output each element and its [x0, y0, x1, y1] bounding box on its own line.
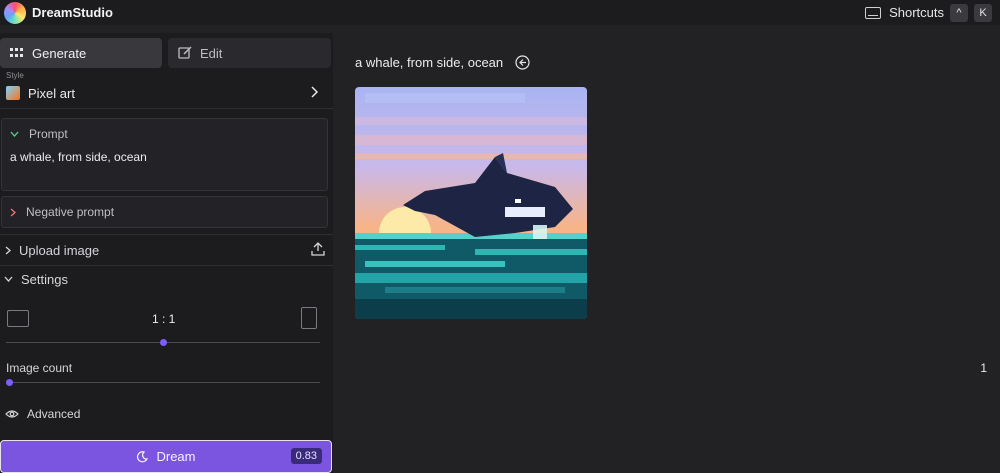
generated-image[interactable]: [355, 87, 587, 319]
negative-prompt-panel[interactable]: Negative prompt: [1, 196, 328, 228]
upload-icon[interactable]: [311, 242, 325, 256]
moon-icon: [137, 450, 149, 462]
edit-icon: [178, 46, 192, 59]
settings-row[interactable]: Settings: [0, 264, 333, 294]
shortcuts-label[interactable]: Shortcuts: [889, 5, 944, 20]
shortcuts-area[interactable]: Shortcuts ^ K: [865, 0, 992, 25]
settings-label: Settings: [21, 271, 68, 287]
dream-button[interactable]: Dream 0.83: [0, 440, 332, 473]
style-value: Pixel art: [28, 85, 75, 101]
prompt-header[interactable]: Prompt: [10, 127, 68, 141]
advanced-label: Advanced: [27, 407, 81, 421]
landscape-ratio-icon[interactable]: [7, 310, 29, 327]
tab-edit[interactable]: Edit: [168, 38, 331, 68]
key-k: K: [974, 3, 992, 22]
key-ctrl: ^: [950, 3, 968, 22]
top-bar: DreamStudio Shortcuts ^ K: [0, 0, 1000, 25]
aspect-ratio-slider-thumb[interactable]: [160, 339, 167, 346]
prompt-panel[interactable]: Prompt a whale, from side, ocean: [1, 118, 328, 191]
dream-label: Dream: [156, 449, 196, 464]
chevron-right-icon: [10, 208, 16, 216]
chevron-right-icon: [311, 86, 319, 98]
result-prompt-text: a whale, from side, ocean: [355, 55, 504, 70]
negative-prompt-label: Negative prompt: [26, 205, 115, 219]
tab-edit-label: Edit: [200, 45, 223, 61]
image-count-label: Image count: [6, 361, 73, 375]
eye-icon: [5, 410, 19, 418]
aspect-ratio-slider[interactable]: [6, 339, 320, 346]
keyboard-icon: [865, 6, 882, 19]
prompt-input[interactable]: a whale, from side, ocean: [10, 150, 147, 164]
chevron-down-icon: [4, 276, 13, 282]
prompt-header-label: Prompt: [29, 127, 68, 141]
style-thumbnail: [6, 86, 20, 100]
chevron-right-icon: [5, 246, 11, 254]
advanced-toggle[interactable]: Advanced: [5, 407, 80, 421]
upload-image-label: Upload image: [19, 242, 100, 258]
dream-cost-badge: 0.83: [290, 448, 322, 464]
upload-image-row[interactable]: Upload image: [0, 234, 333, 266]
portrait-ratio-icon[interactable]: [301, 307, 317, 329]
chevron-down-icon: [10, 131, 19, 137]
image-count-slider-thumb[interactable]: [6, 379, 13, 386]
pixel-whale-image: [355, 87, 587, 319]
result-header: a whale, from side, ocean: [355, 55, 530, 70]
style-selector[interactable]: Pixel art: [0, 78, 333, 109]
image-count-slider[interactable]: [6, 379, 320, 386]
negative-prompt-header[interactable]: Negative prompt: [10, 205, 114, 219]
dreamstudio-logo-icon: [4, 1, 26, 24]
arrow-left-circle-icon[interactable]: [515, 55, 530, 70]
app-title: DreamStudio: [32, 5, 113, 20]
tab-generate[interactable]: Generate: [0, 38, 162, 68]
tab-generate-label: Generate: [32, 45, 87, 61]
dream-button-label-group: Dream: [136, 449, 196, 464]
grid-icon: [10, 48, 23, 57]
image-count-value: 1: [980, 361, 987, 375]
mode-tabs: Generate Edit: [0, 38, 333, 70]
aspect-ratio-value: 1 : 1: [152, 312, 176, 326]
